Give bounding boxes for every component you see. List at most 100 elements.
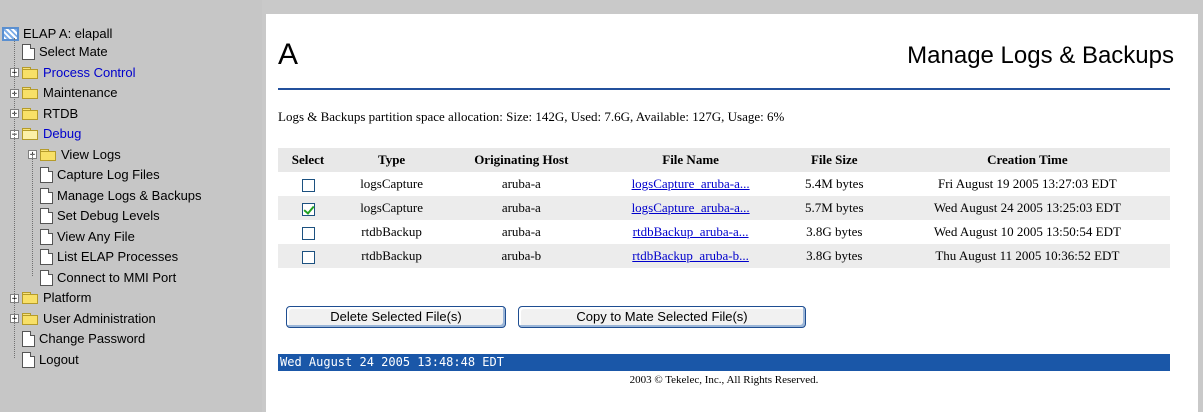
open-folder-icon [22,128,39,140]
partition-space-info: Logs & Backups partition space allocatio… [278,109,785,124]
tree-item-label: User Administration [43,310,156,326]
tree-root-label: ELAP A: elapall [23,26,113,41]
select-cell [278,244,338,268]
tree-item-list-elap-processes[interactable]: List ELAP Processes [28,247,178,267]
type-cell: logsCapture [338,172,446,196]
select-checkbox[interactable] [301,178,315,192]
folder-icon [22,66,39,79]
select-cell [278,196,338,220]
tree-item-rtdb[interactable]: + RTDB [10,104,78,124]
tree-item-set-debug-levels[interactable]: Set Debug Levels [28,206,160,226]
server-letter: A [278,38,299,71]
file-size-cell: 3.8G bytes [783,244,885,268]
table-row: rtdbBackup aruba-a rtdbBackup_aruba-a... 3.… [278,220,1170,244]
page-icon [40,228,53,245]
tree-item-label: Set Debug Levels [57,208,160,223]
tree-item-label: Maintenance [43,85,118,100]
tree-item-maintenance[interactable]: + Maintenance [10,83,117,103]
tree-item-label: View Logs [61,146,121,162]
creation-time-cell: Fri August 19 2005 13:27:03 EDT [884,172,1170,196]
column-header-type: Type [338,148,446,172]
creation-time-cell: Thu August 11 2005 10:36:52 EDT [884,244,1170,268]
type-cell: rtdbBackup [338,244,446,268]
tree-item-logout[interactable]: Logout [10,350,79,370]
tree-connector [32,154,33,276]
folder-icon [22,87,39,99]
column-header-select: Select [278,148,338,172]
page-icon [22,351,35,368]
tree-item-platform[interactable]: + Platform [10,288,91,308]
tree-item-connect-to-mmi-port[interactable]: Connect to MMI Port [28,268,176,288]
tree-item-label: RTDB [43,105,79,121]
page-icon [40,269,53,286]
main-panel: A Manage Logs & Backups Logs & Backups p… [266,14,1198,412]
tree-item-select-mate[interactable]: Select Mate [10,42,108,62]
delete-selected-files-button[interactable]: Delete Selected File(s) [286,306,506,328]
folder-icon [22,107,39,120]
tree-item-label: Manage Logs & Backups [57,187,202,203]
file-link[interactable]: rtdbBackup_aruba-b... [632,248,749,263]
creation-time-cell: Wed August 24 2005 13:25:03 EDT [884,196,1170,220]
host-cell: aruba-b [445,244,598,268]
file-name-cell: rtdbBackup_aruba-b... [597,244,784,268]
file-name-cell: logsCapture_aruba-a... [597,172,784,196]
select-cell [278,172,338,196]
table-row: logsCapture aruba-a logsCapture_aruba-a...… [278,196,1170,220]
tree-item-view-logs[interactable]: + View Logs [28,145,121,165]
file-link[interactable]: logsCapture_aruba-a... [632,200,750,215]
network-icon [2,27,19,41]
select-checkbox[interactable] [301,250,315,264]
table-row: logsCapture aruba-a logsCapture_aruba-a...… [278,172,1170,196]
file-size-cell: 5.4M bytes [783,172,885,196]
files-table: Select Type Originating Host File Name F… [278,148,1170,268]
file-size-cell: 5.7M bytes [783,196,885,220]
page-title: Manage Logs & Backups [907,42,1174,69]
page-icon [40,208,53,224]
tree-root[interactable]: ELAP A: elapall [2,24,112,44]
tree-item-change-password[interactable]: Change Password [10,329,145,349]
tree-item-debug[interactable]: − Debug [10,124,81,144]
tree-item-manage-logs-backups[interactable]: Manage Logs & Backups [28,186,202,206]
type-cell: rtdbBackup [338,220,446,244]
page-icon [22,44,35,60]
file-name-cell: logsCapture_aruba-a... [597,196,784,220]
copyright-footer: 2003 © Tekelec, Inc., All Rights Reserve… [629,374,819,386]
host-cell: aruba-a [445,196,598,220]
file-link[interactable]: rtdbBackup_aruba-a... [633,224,749,239]
tree-item-user-administration[interactable]: + User Administration [10,309,156,329]
tree-item-label: View Any File [57,228,135,244]
file-link[interactable]: logsCapture_aruba-a... [632,176,750,191]
tree-item-capture-log-files[interactable]: Capture Log Files [28,165,160,185]
tree-item-process-control[interactable]: + Process Control [10,63,135,83]
status-timestamp: Wed August 24 2005 13:48:48 EDT [278,354,1170,371]
tree-item-view-any-file[interactable]: View Any File [28,227,135,247]
file-size-cell: 3.8G bytes [783,220,885,244]
page-icon [22,331,35,347]
tree-item-label: Debug [43,126,82,141]
table-header-row: Select Type Originating Host File Name F… [278,148,1170,172]
tree-item-label: Change Password [39,331,146,346]
copy-to-mate-button[interactable]: Copy to Mate Selected File(s) [518,306,806,328]
column-header-creation-time: Creation Time [884,148,1170,172]
column-header-file-size: File Size [783,148,885,172]
page-icon [40,249,53,265]
tree-item-label: Process Control [43,64,136,80]
select-checkbox[interactable] [301,202,315,216]
host-cell: aruba-a [445,220,598,244]
column-header-file-name: File Name [597,148,784,172]
folder-icon [22,292,39,304]
column-header-host: Originating Host [445,148,598,172]
tree-item-label: Connect to MMI Port [57,269,177,285]
type-cell: logsCapture [338,196,446,220]
tree-connector [14,38,15,358]
page-icon [40,167,53,183]
table-row: rtdbBackup aruba-b rtdbBackup_aruba-b... 3.… [278,244,1170,268]
select-checkbox[interactable] [301,226,315,240]
navigation-tree: ELAP A: elapall Select Mate + Process Cont… [0,0,262,412]
tree-item-label: List ELAP Processes [57,249,179,264]
tree-item-label: Select Mate [39,44,108,59]
creation-time-cell: Wed August 10 2005 13:50:54 EDT [884,220,1170,244]
page-icon [40,187,53,204]
host-cell: aruba-a [445,172,598,196]
tree-item-label: Capture Log Files [57,167,160,182]
